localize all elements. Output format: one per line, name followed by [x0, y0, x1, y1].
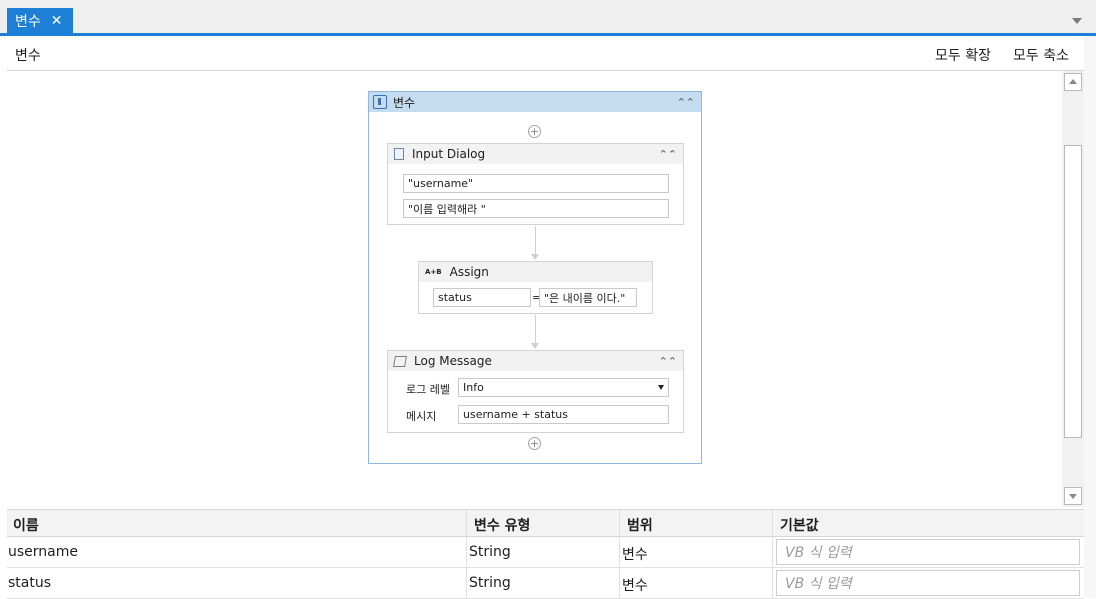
message-label: 메시지 [406, 410, 437, 423]
document-icon [394, 148, 404, 160]
collapse-icon[interactable]: ⌃⌃ [659, 148, 677, 161]
variables-panel: 이름 변수 유형 범위 기본값 username String 변수 VB 식 … [7, 509, 1084, 599]
add-activity-icon[interactable]: + [528, 437, 541, 450]
log-level-label: 로그 레벨 [406, 383, 450, 396]
table-row[interactable]: status String 변수 VB 식 입력 [7, 568, 1084, 599]
assign-activity[interactable]: A+B Assign status = "은 내이름 이다." [418, 261, 653, 314]
tab-label: 변수 [15, 13, 41, 30]
tab-strip: 변수 ✕ [0, 0, 1096, 36]
connector-arrow [531, 343, 539, 349]
add-activity-icon[interactable]: + [528, 125, 541, 138]
close-icon[interactable]: ✕ [51, 14, 63, 28]
variable-type[interactable]: String [469, 575, 511, 591]
log-message-activity[interactable]: Log Message ⌃⌃ 로그 레벨 Info 메시지 username +… [387, 350, 684, 433]
log-message-title: Log Message [414, 354, 492, 368]
variable-scope[interactable]: 변수 [622, 575, 648, 595]
input-dialog-header[interactable]: Input Dialog ⌃⌃ [388, 144, 683, 164]
input-dialog-title-field[interactable]: "username" [403, 174, 669, 193]
breadcrumb-bar: 변수 모두 확장 모두 축소 [7, 36, 1090, 71]
default-value-input[interactable]: VB 식 입력 [776, 570, 1080, 596]
sequence-title: 변수 [393, 95, 416, 110]
connector-arrow [531, 254, 539, 260]
table-row[interactable]: username String 변수 VB 식 입력 [7, 537, 1084, 568]
scroll-up-button[interactable] [1064, 73, 1082, 91]
input-dialog-title: Input Dialog [412, 147, 486, 161]
connector-line [535, 315, 536, 345]
message-field[interactable]: username + status [458, 405, 669, 424]
dropdown-arrow-icon[interactable] [658, 385, 664, 390]
assign-to-field[interactable]: status [433, 288, 531, 307]
assign-icon: A+B [425, 268, 442, 276]
variable-name[interactable]: username [8, 544, 78, 560]
breadcrumb[interactable]: 변수 [15, 45, 41, 65]
assign-header[interactable]: A+B Assign [419, 262, 652, 282]
variables-header: 이름 변수 유형 범위 기본값 [7, 509, 1084, 537]
log-message-header[interactable]: Log Message ⌃⌃ [388, 351, 683, 371]
sequence-activity[interactable]: 변수 ⌃⌃ + Input Dialog ⌃⌃ "username" "이름 입… [368, 91, 702, 464]
column-scope[interactable]: 범위 [627, 515, 653, 535]
log-level-value: Info [463, 381, 484, 394]
expand-all-button[interactable]: 모두 확장 [935, 45, 991, 65]
log-level-select[interactable]: Info [458, 378, 669, 397]
collapse-icon[interactable]: ⌃⌃ [659, 355, 677, 368]
chevron-down-icon[interactable] [1072, 18, 1082, 24]
connector-line [535, 226, 536, 256]
pencil-icon [393, 355, 407, 367]
variable-name[interactable]: status [8, 575, 51, 591]
panel-edge [1084, 36, 1096, 598]
column-name[interactable]: 이름 [13, 515, 39, 535]
input-dialog-label-field[interactable]: "이름 입력해라 " [403, 199, 669, 218]
column-default[interactable]: 기본값 [780, 515, 819, 535]
variable-scope[interactable]: 변수 [622, 544, 648, 564]
chevron-up-icon [1069, 79, 1077, 84]
scroll-down-button[interactable] [1064, 487, 1082, 505]
collapse-icon[interactable]: ⌃⌃ [677, 96, 695, 109]
sequence-icon [373, 95, 387, 109]
variable-type[interactable]: String [469, 544, 511, 560]
scroll-thumb[interactable] [1064, 145, 1082, 438]
collapse-all-button[interactable]: 모두 축소 [1013, 45, 1069, 65]
input-dialog-activity[interactable]: Input Dialog ⌃⌃ "username" "이름 입력해라 " [387, 143, 684, 225]
assign-value-field[interactable]: "은 내이름 이다." [539, 288, 637, 307]
default-value-input[interactable]: VB 식 입력 [776, 539, 1080, 565]
sequence-header[interactable]: 변수 ⌃⌃ [369, 92, 701, 112]
tab-variables[interactable]: 변수 ✕ [7, 8, 73, 33]
column-type[interactable]: 변수 유형 [474, 515, 530, 535]
chevron-down-icon [1069, 494, 1077, 499]
vertical-scrollbar[interactable] [1062, 71, 1084, 507]
assign-title: Assign [449, 265, 489, 279]
